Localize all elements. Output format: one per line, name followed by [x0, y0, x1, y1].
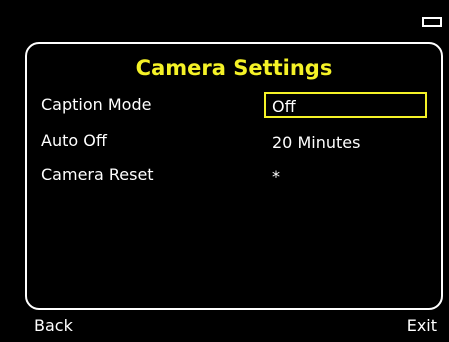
setting-row-auto-off[interactable]: Auto Off 20 Minutes: [27, 128, 441, 156]
setting-row-camera-reset[interactable]: Camera Reset *: [27, 162, 441, 190]
exit-button[interactable]: Exit: [407, 315, 437, 337]
setting-label: Caption Mode: [41, 95, 152, 114]
setting-value[interactable]: 20 Minutes: [264, 128, 427, 154]
setting-value[interactable]: Off: [264, 92, 427, 118]
battery-icon: [422, 17, 442, 27]
back-button[interactable]: Back: [34, 315, 73, 337]
setting-value[interactable]: *: [264, 162, 427, 188]
page-title: Camera Settings: [135, 56, 333, 80]
setting-label: Camera Reset: [41, 165, 154, 184]
setting-row-caption-mode[interactable]: Caption Mode Off: [27, 92, 441, 120]
settings-panel: Camera Settings Caption Mode Off Auto Of…: [25, 42, 443, 310]
setting-label: Auto Off: [41, 131, 107, 150]
